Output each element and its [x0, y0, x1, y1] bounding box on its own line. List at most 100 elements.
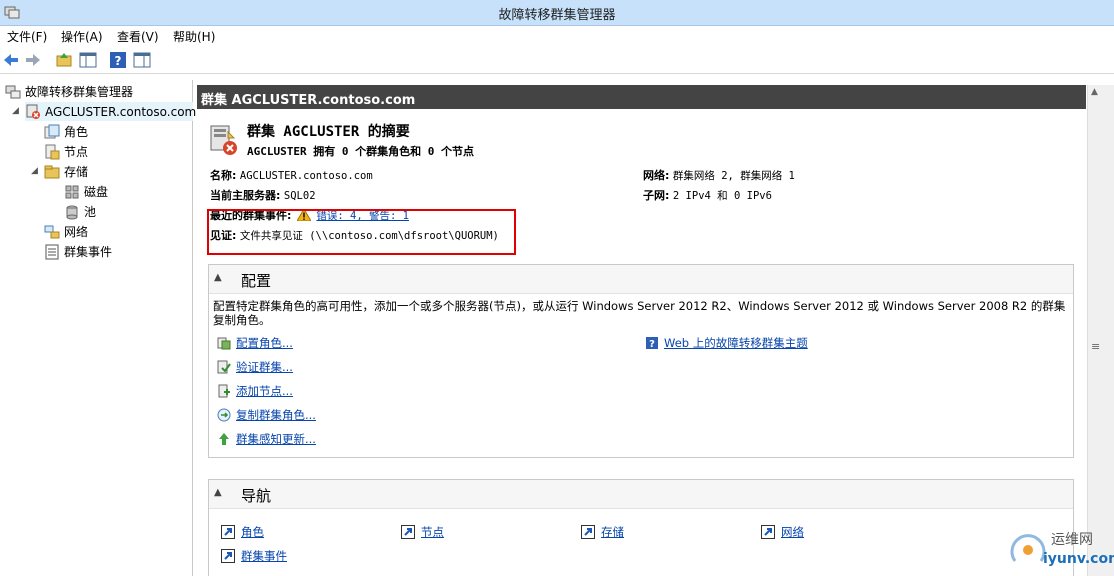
- menu-action[interactable]: 操作(A): [61, 28, 103, 45]
- info-network: 网络: 群集网络 2, 群集网络 1: [643, 167, 795, 183]
- configure-role-icon: [217, 337, 231, 350]
- nav-events[interactable]: 群集事件: [221, 548, 287, 564]
- events-icon: [45, 244, 59, 259]
- host-value: SQL02: [283, 190, 316, 202]
- summary-subtitle: AGCLUSTER 拥有 0 个群集角色和 0 个节点: [247, 145, 474, 158]
- validate-cluster-link[interactable]: 验证群集...: [236, 359, 293, 375]
- tree-label-events: 群集事件: [64, 245, 113, 259]
- info-subnet: 子网: 2 IPv4 和 0 IPv6: [643, 187, 772, 203]
- tree-item-cluster[interactable]: AGCLUSTER.contoso.com: [25, 102, 196, 121]
- menu-view[interactable]: 查看(V): [117, 28, 159, 45]
- nodes-icon: [45, 144, 60, 159]
- roles-icon: [44, 124, 60, 138]
- tree-item-roles[interactable]: 角色: [44, 122, 88, 141]
- tree-label-root: 故障转移群集管理器: [25, 85, 134, 99]
- host-label: 当前主服务器:: [210, 189, 281, 202]
- watermark-url: iyunv.com: [1043, 551, 1114, 567]
- nav-roles[interactable]: 角色: [221, 524, 264, 540]
- tree-item-networks[interactable]: 网络: [44, 222, 88, 241]
- nav-nodes[interactable]: 节点: [401, 524, 444, 540]
- vertical-scrollbar[interactable]: ▲ ≡: [1087, 85, 1104, 576]
- cluster-aware-updating-link[interactable]: 群集感知更新...: [236, 431, 316, 447]
- configure-title: 配置: [241, 272, 272, 290]
- web-topics-action[interactable]: ? Web 上的故障转移群集主题: [645, 335, 808, 351]
- tree-label-pools: 池: [84, 205, 97, 219]
- tree-label-disks: 磁盘: [84, 185, 109, 199]
- failover-cluster-manager-icon: [5, 85, 21, 98]
- watermark-cn: 运维网: [1051, 532, 1093, 548]
- add-node-action[interactable]: 添加节点...: [217, 383, 293, 399]
- up-folder-icon[interactable]: [55, 51, 73, 69]
- shortcut-icon: [221, 525, 235, 539]
- tree-item-pools[interactable]: 池: [64, 202, 96, 221]
- validate-cluster-action[interactable]: 验证群集...: [217, 359, 293, 375]
- menu-bar: 文件(F) 操作(A) 查看(V) 帮助(H): [0, 26, 1114, 46]
- collapse-navigate-icon[interactable]: ▲: [214, 487, 222, 498]
- copy-cluster-roles-icon: [217, 408, 231, 422]
- nav-storage-link[interactable]: 存储: [601, 524, 624, 540]
- collapse-configure-icon[interactable]: ▲: [214, 272, 222, 283]
- nav-nodes-link[interactable]: 节点: [421, 524, 444, 540]
- nav-roles-link[interactable]: 角色: [241, 524, 264, 540]
- tree-label-roles: 角色: [64, 125, 89, 139]
- subnet-label: 子网:: [643, 189, 670, 202]
- networks-icon: [44, 225, 60, 238]
- toolbar: ?: [0, 46, 1114, 74]
- navigate-panel-header[interactable]: ▲ 导航: [209, 480, 1073, 509]
- configure-role-action[interactable]: 配置角色...: [217, 335, 293, 351]
- copy-cluster-roles-link[interactable]: 复制群集角色...: [236, 407, 316, 423]
- cluster-aware-updating-icon: [219, 433, 229, 445]
- nav-networks[interactable]: 网络: [761, 524, 804, 540]
- tree-item-nodes[interactable]: 节点: [44, 142, 88, 161]
- subnet-value: 2 IPv4 和 0 IPv6: [672, 190, 772, 202]
- copy-cluster-roles-action[interactable]: 复制群集角色...: [217, 407, 316, 423]
- help-icon[interactable]: ?: [109, 51, 127, 69]
- right-edge: [1104, 85, 1114, 576]
- network-value: 群集网络 2, 群集网络 1: [672, 170, 795, 182]
- show-hide-action-pane-icon[interactable]: [133, 51, 151, 69]
- configure-panel-header[interactable]: ▲ 配置: [209, 265, 1073, 294]
- scroll-up-icon[interactable]: ▲: [1091, 87, 1098, 97]
- configure-role-link[interactable]: 配置角色...: [236, 335, 293, 351]
- web-topics-link[interactable]: Web 上的故障转移群集主题: [664, 335, 808, 351]
- nav-networks-link[interactable]: 网络: [781, 524, 804, 540]
- scroll-grip-icon[interactable]: ≡: [1091, 340, 1100, 353]
- cluster-summary-icon: [210, 125, 237, 155]
- tree-item-storage[interactable]: 存储: [44, 162, 88, 181]
- tree-item-root[interactable]: 故障转移群集管理器: [5, 82, 133, 101]
- show-hide-tree-icon[interactable]: [79, 51, 97, 69]
- collapse-storage-icon[interactable]: ◢: [31, 166, 38, 176]
- menu-file[interactable]: 文件(F): [7, 28, 47, 45]
- navigate-panel: ▲ 导航 角色 节点 存储 网络 群集事件: [208, 479, 1074, 576]
- collapse-cluster-icon[interactable]: ◢: [12, 106, 19, 116]
- info-host: 当前主服务器: SQL02: [210, 187, 316, 203]
- tree-item-events[interactable]: 群集事件: [44, 242, 112, 261]
- add-node-icon: [218, 384, 230, 398]
- configure-panel: ▲ 配置 配置特定群集角色的高可用性，添加一个或多个服务器(节点)，或从运行 W…: [208, 264, 1074, 458]
- validate-cluster-icon: [217, 360, 231, 374]
- shortcut-icon: [401, 525, 415, 539]
- shortcut-icon: [761, 525, 775, 539]
- tree-item-disks[interactable]: 磁盘: [64, 182, 108, 201]
- info-name: 名称: AGCLUSTER.contoso.com: [210, 167, 373, 183]
- tree-label-networks: 网络: [64, 225, 89, 239]
- window-title: 故障转移群集管理器: [498, 8, 616, 23]
- content-header: 群集 AGCLUSTER.contoso.com: [197, 85, 1086, 109]
- nav-events-link[interactable]: 群集事件: [241, 548, 287, 564]
- navigate-title: 导航: [241, 487, 272, 505]
- svg-text:?: ?: [115, 54, 122, 68]
- menu-help[interactable]: 帮助(H): [173, 28, 215, 45]
- navigation-tree: 故障转移群集管理器 ◢ AGCLUSTER.contoso.com 角色 节点 …: [0, 80, 196, 576]
- disks-icon: [65, 185, 79, 198]
- cluster-aware-updating-action[interactable]: 群集感知更新...: [217, 431, 316, 447]
- highlight-box: [207, 209, 516, 255]
- forward-icon[interactable]: [24, 51, 42, 69]
- add-node-link[interactable]: 添加节点...: [236, 383, 293, 399]
- watermark: 运维网 iyunv.com: [1003, 527, 1114, 573]
- shortcut-icon: [221, 549, 235, 563]
- pools-icon: [66, 205, 78, 219]
- web-help-icon: ?: [646, 337, 658, 350]
- back-icon[interactable]: [2, 51, 20, 69]
- shortcut-icon: [581, 525, 595, 539]
- nav-storage[interactable]: 存储: [581, 524, 624, 540]
